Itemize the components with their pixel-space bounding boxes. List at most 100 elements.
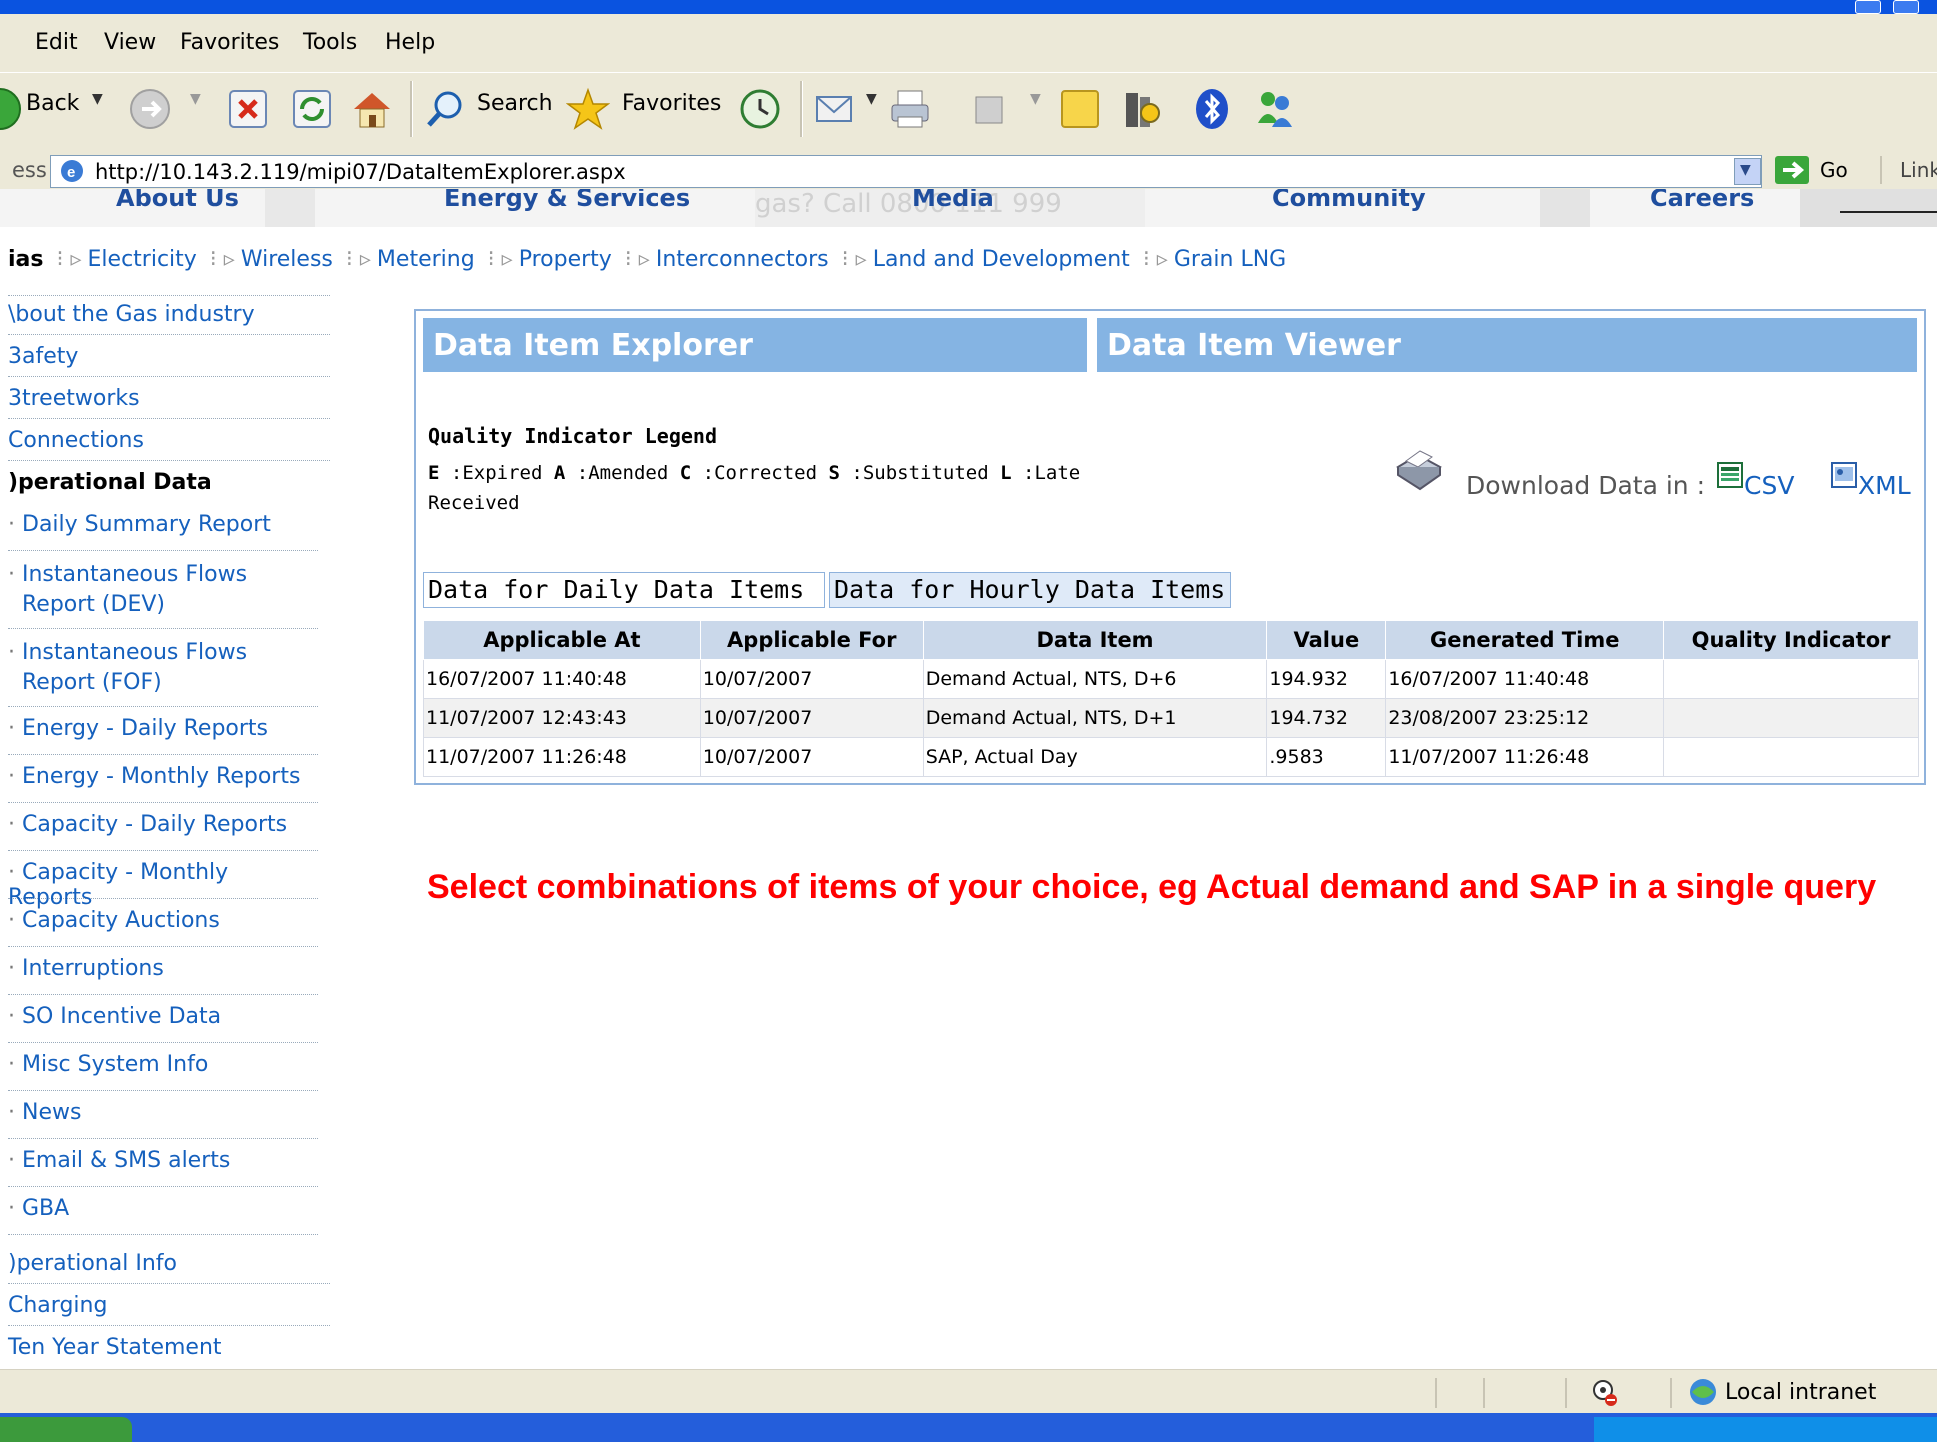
- col-applicable-for[interactable]: Applicable For: [699, 620, 924, 660]
- bluetooth-icon[interactable]: [1190, 87, 1234, 131]
- cell-quality-indicator: [1663, 659, 1919, 699]
- go-arrow-icon[interactable]: [1775, 156, 1809, 184]
- close-window-button[interactable]: [1893, 0, 1919, 14]
- go-button[interactable]: Go: [1820, 158, 1848, 182]
- search-button[interactable]: Search: [477, 91, 553, 116]
- sidebar-sub-label: SO Incentive Data: [22, 1004, 222, 1029]
- sidebar-item-ten-year-statement[interactable]: Ten Year Statement: [8, 1335, 330, 1367]
- search-icon[interactable]: [424, 87, 468, 131]
- legend-label: :Expired: [450, 462, 543, 484]
- menu-help[interactable]: Help: [385, 30, 435, 55]
- sub-nav-land-development[interactable]: Land and Development: [873, 247, 1130, 272]
- sidebar-bullet: ·: [8, 1004, 22, 1029]
- sidebar-sub-item[interactable]: · Instantaneous Flows Report (DEV): [8, 560, 318, 629]
- sidebar-bullet: ·: [8, 908, 22, 933]
- tab-daily-data-items[interactable]: Data for Daily Data Items: [423, 572, 825, 608]
- links-button[interactable]: Link: [1900, 158, 1937, 182]
- nav-banner-text: gas? Call 0800 111 999: [755, 189, 1062, 219]
- sidebar-sub-item[interactable]: · Misc System Info: [8, 1052, 318, 1091]
- ie-page-icon: e: [61, 160, 83, 182]
- printer-icon[interactable]: [1388, 437, 1448, 497]
- legend-label: :Substituted: [851, 462, 989, 484]
- sidebar-sub-item[interactable]: · Energy - Daily Reports: [8, 716, 318, 755]
- table-row: 11/07/2007 12:43:43 10/07/2007 Demand Ac…: [423, 698, 1919, 738]
- sidebar-sub-label: GBA: [22, 1196, 70, 1221]
- csv-link[interactable]: CSV: [1744, 471, 1794, 500]
- table-header-row: Applicable At Applicable For Data Item V…: [423, 620, 1919, 660]
- address-dropdown-button[interactable]: ▼: [1734, 158, 1761, 185]
- menu-tools[interactable]: Tools: [303, 30, 357, 55]
- sidebar-item-about-gas[interactable]: \bout the Gas industry: [8, 302, 330, 335]
- toolbar-separator: [410, 81, 413, 137]
- back-button[interactable]: Back: [26, 91, 79, 116]
- back-arrow-icon[interactable]: [0, 87, 22, 131]
- sidebar-item-operational-info[interactable]: )perational Info: [8, 1251, 330, 1284]
- history-icon[interactable]: [738, 87, 782, 131]
- sidebar-item-connections[interactable]: Connections: [8, 428, 330, 461]
- nav-media[interactable]: Media: [912, 189, 994, 212]
- forward-arrow-icon[interactable]: [128, 87, 172, 131]
- mail-dropdown-icon[interactable]: ▼: [866, 91, 877, 107]
- nav-about-us[interactable]: About Us: [116, 189, 239, 212]
- sidebar-bullet: ·: [8, 562, 22, 587]
- menu-favorites[interactable]: Favorites: [180, 30, 279, 55]
- note-icon[interactable]: [1058, 87, 1102, 131]
- sidebar-bullet: ·: [8, 860, 22, 885]
- sub-nav-electricity[interactable]: Electricity: [88, 247, 197, 272]
- messenger-icon[interactable]: [1252, 87, 1296, 131]
- menu-edit[interactable]: Edit: [35, 30, 78, 55]
- col-value[interactable]: Value: [1266, 620, 1387, 660]
- nav-community[interactable]: Community: [1272, 189, 1426, 212]
- privacy-icon[interactable]: [1590, 1378, 1620, 1408]
- sidebar-sub-item[interactable]: · News: [8, 1100, 318, 1139]
- xml-link[interactable]: XML: [1858, 471, 1911, 500]
- nav-careers[interactable]: Careers: [1650, 189, 1754, 212]
- sidebar-sub-item[interactable]: · GBA: [8, 1196, 318, 1235]
- sub-nav-grain-lng[interactable]: Grain LNG: [1174, 247, 1286, 272]
- research-icon[interactable]: [1120, 87, 1164, 131]
- mail-icon[interactable]: [814, 87, 858, 131]
- sub-nav-wireless[interactable]: Wireless: [241, 247, 333, 272]
- sub-nav-property[interactable]: Property: [519, 247, 612, 272]
- tab-hourly-data-items[interactable]: Data for Hourly Data Items: [829, 572, 1231, 608]
- nav-graphic: [265, 189, 315, 227]
- favorites-star-icon[interactable]: [566, 87, 610, 131]
- cell-applicable-at: 16/07/2007 11:40:48: [423, 659, 701, 699]
- address-input[interactable]: e http://10.143.2.119/mipi07/DataItemExp…: [50, 155, 1762, 188]
- col-data-item[interactable]: Data Item: [922, 620, 1268, 660]
- sidebar-sub-item[interactable]: · Energy - Monthly Reports: [8, 764, 318, 803]
- restore-window-button[interactable]: [1855, 0, 1881, 14]
- sub-nav-metering[interactable]: Metering: [377, 247, 475, 272]
- start-button[interactable]: [0, 1417, 132, 1442]
- sidebar-sub-item[interactable]: · Capacity - Daily Reports: [8, 812, 318, 851]
- home-icon[interactable]: [350, 87, 394, 131]
- sidebar-sub-item[interactable]: · Capacity - Monthly Reports: [8, 860, 318, 910]
- sidebar-sub-item[interactable]: · Daily Summary Report: [8, 512, 318, 551]
- nav-energy-services[interactable]: Energy & Services: [444, 189, 690, 212]
- sidebar-item-streetworks[interactable]: 3treetworks: [8, 386, 330, 419]
- favorites-button[interactable]: Favorites: [622, 91, 721, 116]
- excel-csv-icon[interactable]: [1716, 461, 1744, 489]
- xml-file-icon[interactable]: [1830, 461, 1858, 489]
- menu-view[interactable]: View: [104, 30, 156, 55]
- sidebar-sub-item[interactable]: · Interruptions: [8, 956, 318, 995]
- refresh-icon[interactable]: [290, 87, 334, 131]
- forward-dropdown-icon[interactable]: ▼: [190, 91, 201, 107]
- back-dropdown-icon[interactable]: ▼: [92, 91, 103, 107]
- edit-dropdown-icon[interactable]: ▼: [1030, 91, 1041, 107]
- sidebar-sub-item[interactable]: · Email & SMS alerts: [8, 1148, 318, 1187]
- sidebar-item-safety[interactable]: 3afety: [8, 344, 330, 377]
- col-applicable-at[interactable]: Applicable At: [423, 620, 701, 660]
- sidebar-sub-item[interactable]: · SO Incentive Data: [8, 1004, 318, 1043]
- status-divider: [1483, 1378, 1485, 1408]
- sidebar-item-charging[interactable]: Charging: [8, 1293, 330, 1326]
- col-quality-indicator[interactable]: Quality Indicator: [1663, 620, 1919, 660]
- sidebar-sub-item[interactable]: · Capacity Auctions: [8, 908, 318, 947]
- sub-nav-interconnectors[interactable]: Interconnectors: [656, 247, 829, 272]
- stop-icon[interactable]: [226, 87, 270, 131]
- col-generated-time[interactable]: Generated Time: [1385, 620, 1665, 660]
- sidebar-sub-item[interactable]: · Instantaneous Flows Report (FOF): [8, 638, 318, 707]
- edit-page-icon[interactable]: [968, 87, 1012, 131]
- print-icon[interactable]: [888, 87, 932, 131]
- sidebar-section-operational-data[interactable]: )perational Data: [8, 470, 330, 502]
